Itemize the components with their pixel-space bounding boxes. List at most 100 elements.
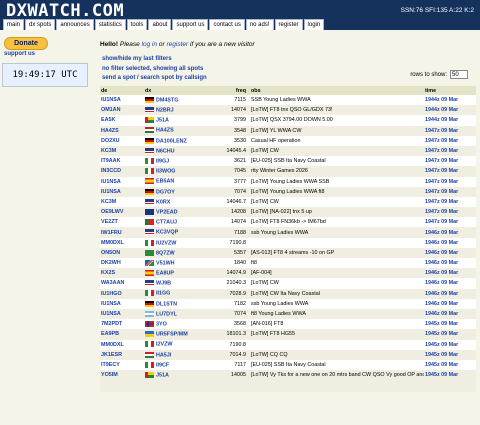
dx-callsign[interactable]: N2BRJ (156, 107, 174, 113)
table-row[interactable]: DO2XU DA100LENZ 3530 Casual HF operation 194… (100, 135, 476, 146)
nav-tab-statistics[interactable]: statistics (94, 19, 126, 30)
dx-callsign[interactable]: IU2VZW (156, 240, 176, 246)
nav-tab-no-ads[interactable]: no ads! (245, 19, 274, 30)
spot-time[interactable]: 1945z 09 Mar (424, 349, 476, 360)
spotter-callsign[interactable]: IT9AAK (100, 156, 144, 167)
table-row[interactable]: IT9AAK II9GJ 3621 [EU-025] SSB Ita Navy Coa… (100, 156, 476, 167)
spotter-callsign[interactable]: YO5IM (100, 370, 144, 393)
nav-tab-contact-us[interactable]: contact us (209, 19, 245, 30)
table-row[interactable]: OE9LWV VP2EAD 14208 [LoTW] [NA-022] tnx 5 u… (100, 207, 476, 218)
spot-time[interactable]: 1944z 09 Mar (424, 105, 476, 116)
dx-callsign[interactable]: CT7AUJ (156, 220, 177, 226)
dx-callsign[interactable]: J51A (156, 118, 169, 124)
spot-time[interactable]: 1947z 09 Mar (424, 135, 476, 146)
table-row[interactable]: EA5K J51A 3799 [LoTW] QSX 3794.00 DOWN 5.00… (100, 115, 476, 126)
spotter-callsign[interactable]: VE2ZT (100, 217, 144, 228)
spotter-callsign[interactable]: IN3CCD (100, 166, 144, 177)
login-link[interactable]: log in (142, 41, 158, 48)
spot-time[interactable]: 1945z 09 Mar (424, 319, 476, 330)
spot-time[interactable]: 1944z 09 Mar (424, 115, 476, 126)
dx-callsign[interactable]: V51WH (156, 260, 175, 266)
toggle-filters-link[interactable]: show/hide my last filters (102, 55, 207, 65)
dx-callsign[interactable]: VP2EAD (156, 209, 178, 215)
spotter-callsign[interactable]: KC3M (100, 196, 144, 208)
dx-callsign[interactable]: 3YO (156, 321, 167, 327)
spotter-callsign[interactable]: IU1NSA (100, 308, 144, 320)
spot-time[interactable]: 1947z 09 Mar (424, 207, 476, 218)
spotter-callsign[interactable]: EA5K (100, 115, 144, 126)
spot-time[interactable]: 1946z 09 Mar (424, 247, 476, 258)
table-row[interactable]: IT9ECY II9CF 7117 [EU-025] SSB Ita Navy Coa… (100, 359, 476, 371)
table-row[interactable]: KC3M N6CHU 14045.4 [LoTW] CW 1947z 09 Mar (100, 145, 476, 157)
spot-time[interactable]: 1945z 09 Mar (424, 329, 476, 340)
spotter-callsign[interactable]: IT9ECY (100, 359, 144, 371)
table-row[interactable]: EA9PB UR5FSP/MM 18101.3 [LoTW] FT8 HG55 1945… (100, 329, 476, 340)
dx-callsign[interactable]: EA8UP (156, 270, 174, 276)
spotter-callsign[interactable]: IU1HGO (100, 288, 144, 299)
spot-time[interactable]: 1947z 09 Mar (424, 166, 476, 177)
dx-callsign[interactable]: EB5AN (156, 179, 174, 185)
spotter-callsign[interactable]: ON5ON (100, 247, 144, 258)
support-us-link[interactable]: support us (4, 51, 35, 57)
spot-time[interactable]: 1946z 09 Mar (424, 227, 476, 238)
nav-tab-dx-spots[interactable]: dx spots (25, 19, 56, 30)
site-logo[interactable]: DXWATCH.COM (6, 1, 124, 21)
spotter-callsign[interactable]: KC3M (100, 145, 144, 157)
spotter-callsign[interactable]: 7M2PDT (100, 319, 144, 330)
register-link[interactable]: register (167, 41, 189, 48)
spot-time[interactable]: 1945z 09 Mar (424, 370, 476, 393)
spot-time[interactable]: 1947z 09 Mar (424, 145, 476, 157)
table-row[interactable]: IN3CCD II3WOG 7045 rtty Winter Games 2026 19… (100, 166, 476, 177)
nav-tab-tools[interactable]: tools (126, 19, 148, 30)
dx-callsign[interactable]: I2VZW (156, 342, 172, 348)
spot-time[interactable]: 1947z 09 Mar (424, 125, 476, 136)
dx-callsign[interactable]: II3WOG (156, 169, 175, 175)
table-row[interactable]: IU1NSA DM4STG 7115 SSB Young Ladies WWA 1944… (100, 95, 476, 106)
table-row[interactable]: YO5IM J51A 14005 [LoTW] Vy Tks for a new on… (100, 370, 476, 393)
rows-select[interactable]: 50 (450, 70, 468, 79)
table-row[interactable]: IU1NSA LU7DYL 7074 ft8 Young Ladies WWA 1946… (100, 308, 476, 320)
table-row[interactable]: WA3AAN WJ9B 21040.3 [LoTW] CW 1946z 09 Mar (100, 278, 476, 289)
spotter-callsign[interactable]: JK1ESR (100, 349, 144, 360)
nav-tab-main[interactable]: main (3, 19, 25, 30)
donate-button[interactable]: Donate (4, 37, 48, 50)
spotter-callsign[interactable]: IU1NSA (100, 95, 144, 106)
spotter-callsign[interactable]: HA4ZS (100, 125, 144, 136)
spotter-callsign[interactable]: KX2S (100, 268, 144, 279)
send-spot-link[interactable]: send a spot / search spot by callsign (102, 74, 207, 84)
spot-time[interactable]: 1945z 09 Mar (424, 359, 476, 371)
spot-time[interactable]: 1946z 09 Mar (424, 268, 476, 279)
spot-time[interactable]: 1946z 09 Mar (424, 298, 476, 309)
dx-callsign[interactable]: II9CF (156, 362, 169, 368)
dx-callsign[interactable]: WJ9B (156, 281, 171, 287)
dx-callsign[interactable]: HA4ZS (156, 128, 174, 134)
dx-callsign[interactable]: DL1STN (156, 301, 177, 307)
spotter-callsign[interactable]: MM0DXL (100, 237, 144, 248)
spot-time[interactable]: 1944z 09 Mar (424, 95, 476, 106)
spotter-callsign[interactable]: IU1NSA (100, 298, 144, 309)
table-row[interactable]: IU1HGO II1GG 7028.9 [LoTW] CW Ita Navy Coas… (100, 288, 476, 299)
dx-callsign[interactable]: HA5JI (156, 352, 171, 358)
table-row[interactable]: IU1NSA EB5AN 3777 [LoTW] Young Ladies WWA S… (100, 176, 476, 187)
table-row[interactable]: JK1ESR HA5JI 7014.9 [LoTW] CQ CQ 1945z 09 Ma… (100, 349, 476, 360)
table-row[interactable]: KX2S EA8UP 14074.9 [AF-004] 1946z 09 Mar (100, 268, 476, 279)
dx-callsign[interactable]: II1GG (156, 291, 170, 297)
table-row[interactable]: IU1NSA DG7OY 7074 [LoTW] Young Ladies WWA f… (100, 186, 476, 197)
table-row[interactable]: ON5ON 8Q7ZW 5357 [AS-013] FT8 4 streams -10… (100, 247, 476, 258)
dx-callsign[interactable]: K0RX (156, 199, 170, 205)
spotter-callsign[interactable]: DK2WH (100, 258, 144, 269)
spotter-callsign[interactable]: OM1AN (100, 105, 144, 116)
spotter-callsign[interactable]: OE9LWV (100, 207, 144, 218)
dx-callsign[interactable]: 8Q7ZW (156, 250, 175, 256)
nav-tab-register[interactable]: register (274, 19, 303, 30)
dx-callsign[interactable]: UR5FSP/MM (156, 332, 188, 338)
spot-time[interactable]: 1946z 09 Mar (424, 278, 476, 289)
nav-tab-login[interactable]: login (303, 19, 325, 30)
table-row[interactable]: IW1FRU KC3VQP 7188 ssb Young Ladies WWA 1946… (100, 227, 476, 238)
dx-callsign[interactable]: LU7DYL (156, 311, 177, 317)
table-row[interactable]: OM1AN N2BRJ 14074 [LoTW] FT8 tnx QSO GL/GDX… (100, 105, 476, 116)
dx-callsign[interactable]: DG7OY (156, 189, 175, 195)
spot-time[interactable]: 1945z 09 Mar (424, 339, 476, 350)
table-row[interactable]: MM0DXL I2VZW 7190.8 1945z 09 Mar (100, 339, 476, 350)
spot-time[interactable]: 1947z 09 Mar (424, 186, 476, 197)
